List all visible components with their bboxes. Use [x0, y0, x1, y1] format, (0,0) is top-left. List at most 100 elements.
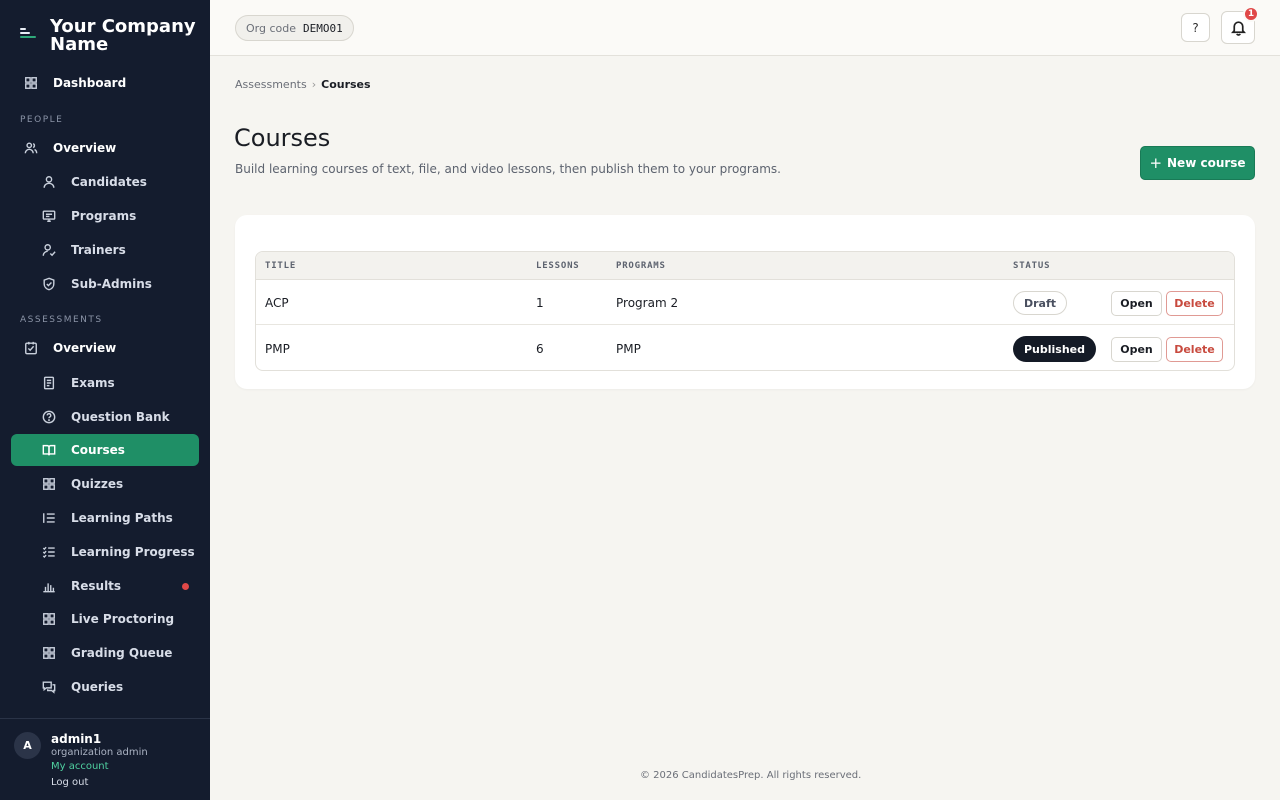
sidebar-item-courses[interactable]: Courses [11, 434, 199, 466]
grid-icon [41, 611, 57, 627]
checklist-icon [41, 544, 57, 560]
bar-chart-icon [41, 578, 57, 594]
sidebar-item-label: Quizzes [71, 477, 124, 491]
sidebar-item-live-proctoring[interactable]: Live Proctoring [11, 603, 199, 635]
table-row: PMP 6 PMP Published Open Delete [256, 326, 1234, 370]
sidebar-item-label: Candidates [71, 175, 147, 189]
courses-table: TITLE LESSONS PROGRAMS STATUS ACP 1 Prog… [255, 251, 1235, 371]
page-title: Courses [234, 124, 331, 152]
sidebar-item-label: Results [71, 579, 122, 593]
brand-name: Your Company Name [50, 16, 196, 55]
sidebar-item-label: Grading Queue [71, 646, 173, 660]
user-name: admin1 [51, 732, 102, 746]
delete-button[interactable]: Delete [1166, 291, 1223, 316]
users-icon [23, 140, 39, 156]
cell-title: PMP [265, 342, 290, 356]
breadcrumb-separator: › [311, 78, 317, 91]
notification-dot [182, 583, 189, 590]
table-row: ACP 1 Program 2 Draft Open Delete [256, 280, 1234, 325]
sidebar-item-label: Learning Progress [71, 545, 195, 559]
org-code-pill: Org code DEMO01 [235, 15, 354, 41]
footer-copyright: © 2026 CandidatesPrep. All rights reserv… [640, 770, 862, 781]
open-button[interactable]: Open [1111, 291, 1162, 316]
new-course-button[interactable]: + New course [1140, 146, 1255, 180]
page-subtitle: Build learning courses of text, file, an… [235, 162, 781, 176]
avatar[interactable]: A [14, 732, 41, 759]
sidebar-item-learning-progress[interactable]: Learning Progress [11, 536, 199, 568]
section-label-people: PEOPLE [20, 115, 64, 125]
sidebar-item-dashboard[interactable]: Dashboard [11, 67, 199, 99]
sidebar-item-queries[interactable]: Queries [11, 671, 199, 703]
topbar: Org code DEMO01 ? 1 [210, 0, 1280, 56]
sidebar-item-label: Overview [53, 341, 117, 355]
sidebar-item-candidates[interactable]: Candidates [11, 166, 199, 198]
list-icon [41, 510, 57, 526]
section-label-assessments: ASSESSMENTS [20, 315, 103, 325]
sidebar-item-label: Question Bank [71, 410, 170, 424]
user-role: organization admin [51, 747, 148, 758]
org-code-label: Org code [246, 21, 296, 35]
sidebar-item-label: Exams [71, 376, 115, 390]
sidebar-item-people-overview[interactable]: Overview [11, 132, 199, 164]
status-badge: Draft [1013, 291, 1068, 315]
user-block: A admin1 organization admin My account L… [0, 718, 210, 800]
sidebar-item-sub-admins[interactable]: Sub-Admins [11, 268, 199, 300]
sidebar-item-label: Programs [71, 209, 137, 223]
new-course-label: New course [1167, 156, 1246, 170]
sidebar-item-programs[interactable]: Programs [11, 200, 199, 232]
open-button[interactable]: Open [1111, 337, 1162, 362]
delete-button[interactable]: Delete [1166, 337, 1223, 362]
logout-link[interactable]: Log out [51, 777, 88, 788]
courses-card: TITLE LESSONS PROGRAMS STATUS ACP 1 Prog… [235, 215, 1255, 389]
sidebar-item-exams[interactable]: Exams [11, 367, 199, 399]
chat-icon [41, 679, 57, 695]
my-account-link[interactable]: My account [51, 761, 109, 772]
sidebar-item-results[interactable]: Results [11, 570, 199, 602]
sidebar-item-label: Trainers [71, 243, 126, 257]
help-button[interactable]: ? [1181, 13, 1210, 42]
breadcrumb-assessments[interactable]: Assessments [235, 78, 307, 91]
sidebar-item-trainers[interactable]: Trainers [11, 234, 199, 266]
sidebar-item-learning-paths[interactable]: Learning Paths [11, 502, 199, 534]
cell-lessons: 1 [536, 296, 544, 310]
sidebar-item-label: Sub-Admins [71, 277, 152, 291]
brand-logo-icon [20, 26, 36, 40]
breadcrumb-current: Courses [321, 78, 371, 91]
user-check-icon [41, 242, 57, 258]
checkbox-icon [23, 340, 39, 356]
breadcrumb: Assessments › Courses [235, 78, 371, 91]
sidebar: Your Company Name Dashboard PEOPLE Overv… [0, 0, 210, 800]
cell-title: ACP [265, 296, 289, 310]
sidebar-item-label: Overview [53, 141, 117, 155]
notification-count-badge: 1 [1243, 6, 1259, 22]
book-icon [41, 442, 57, 458]
sidebar-item-grading-queue[interactable]: Grading Queue [11, 637, 199, 669]
grid-icon [41, 645, 57, 661]
column-header-title[interactable]: TITLE [265, 261, 296, 271]
grid-icon [23, 75, 39, 91]
sidebar-item-label: Live Proctoring [71, 612, 175, 626]
sidebar-item-label: Courses [71, 443, 125, 457]
monitor-icon [41, 208, 57, 224]
document-icon [41, 375, 57, 391]
sidebar-item-label: Dashboard [53, 76, 127, 90]
sidebar-item-question-bank[interactable]: Question Bank [11, 401, 199, 433]
bell-icon [1230, 19, 1247, 36]
plus-icon: + [1149, 154, 1163, 172]
sidebar-item-label: Queries [71, 680, 124, 694]
cell-programs: PMP [616, 342, 641, 356]
column-header-programs[interactable]: PROGRAMS [616, 261, 666, 271]
status-badge: Published [1013, 336, 1097, 362]
sidebar-item-assessments-overview[interactable]: Overview [11, 332, 199, 364]
column-header-lessons[interactable]: LESSONS [536, 261, 580, 271]
column-header-status[interactable]: STATUS [1013, 261, 1050, 271]
grid-icon [41, 476, 57, 492]
user-icon [41, 174, 57, 190]
table-header: TITLE LESSONS PROGRAMS STATUS [256, 252, 1234, 280]
cell-programs: Program 2 [616, 296, 679, 310]
brand[interactable]: Your Company Name [20, 18, 200, 54]
shield-icon [41, 276, 57, 292]
cell-lessons: 6 [536, 342, 544, 356]
sidebar-item-quizzes[interactable]: Quizzes [11, 468, 199, 500]
sidebar-item-label: Learning Paths [71, 511, 173, 525]
